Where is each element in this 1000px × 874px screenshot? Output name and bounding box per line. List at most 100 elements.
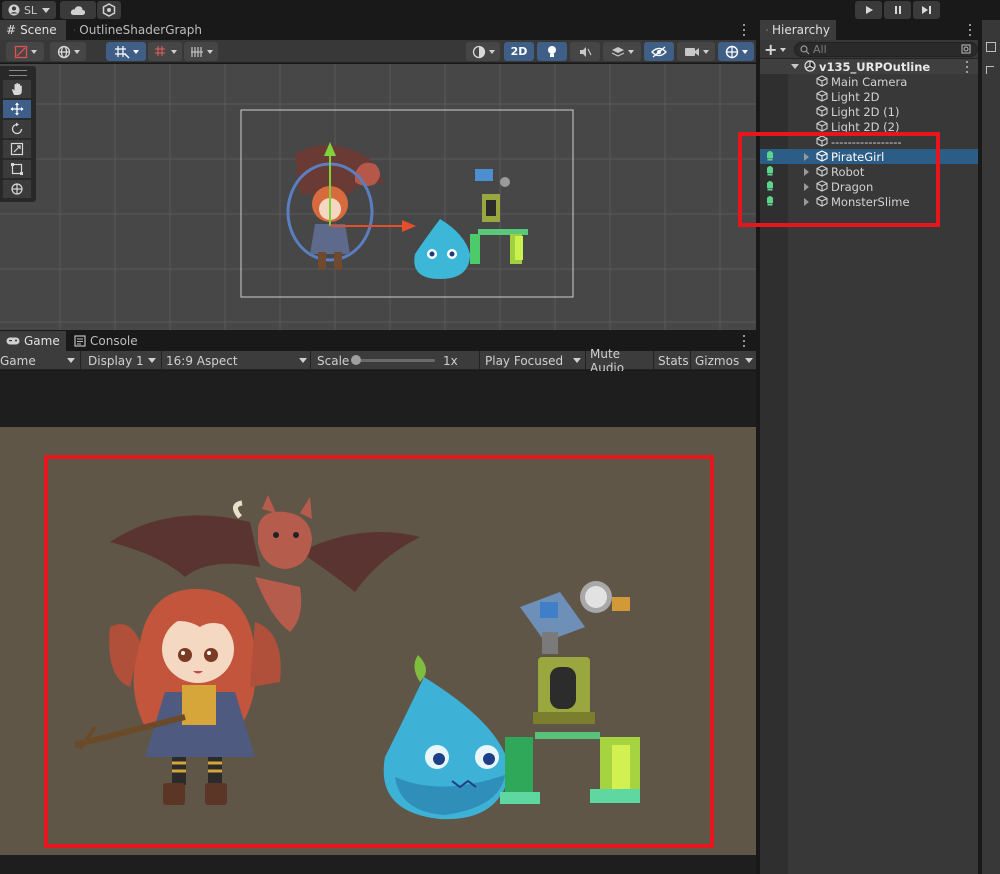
gizmos-label: Gizmos <box>695 353 740 368</box>
tab-outline-shader-graph[interactable]: OutlineShaderGraph <box>68 20 208 40</box>
hierarchy-item[interactable]: Main Camera <box>760 74 978 89</box>
tab-console[interactable]: Console <box>68 331 148 351</box>
draw-mode-icon <box>14 45 27 58</box>
scale-tool[interactable] <box>3 140 31 158</box>
account-dropdown[interactable]: SL <box>2 1 56 19</box>
move-tool[interactable] <box>3 100 31 118</box>
tab-game[interactable]: Game <box>0 331 66 351</box>
chevron-down-icon <box>745 358 753 363</box>
game-view-label: Game <box>0 353 36 368</box>
game-panel-menu-icon[interactable] <box>739 334 749 348</box>
hierarchy-scene-row[interactable]: v135_URPOutline <box>760 59 978 74</box>
main-toolbar: SL <box>0 0 1000 20</box>
play-button[interactable] <box>855 1 882 19</box>
grid-snap-icon <box>114 45 130 59</box>
hierarchy-item-label: Light 2D (1) <box>831 104 900 119</box>
scale-slider-handle[interactable] <box>351 355 361 365</box>
search-by-type-icon[interactable] <box>961 44 972 55</box>
scene-grid <box>0 64 756 330</box>
unity-scene-icon <box>804 60 816 72</box>
scene-panel-menu-icon[interactable] <box>739 23 749 37</box>
scene-camera-dropdown[interactable] <box>677 42 715 61</box>
shading-sphere-icon <box>472 45 485 58</box>
lightbulb-icon <box>548 45 556 57</box>
chevron-down-icon <box>573 358 581 363</box>
stats-label: Stats <box>658 353 689 368</box>
rotate-icon <box>11 122 23 135</box>
chevron-down-icon <box>791 64 799 69</box>
account-label: SL <box>23 3 38 17</box>
cloud-button[interactable] <box>60 1 96 19</box>
chevron-down-icon <box>67 358 75 363</box>
scene-name: v135_URPOutline <box>819 59 931 74</box>
grid-visibility-dropdown[interactable] <box>184 42 218 61</box>
stats-button[interactable]: Stats <box>654 351 690 370</box>
hierarchy-item[interactable]: Light 2D <box>760 89 978 104</box>
rotate-tool[interactable] <box>3 120 31 138</box>
tab-scene[interactable]: # Scene <box>0 20 66 40</box>
inspector-panel-edge <box>980 20 1000 874</box>
create-dropdown[interactable]: + <box>764 41 792 58</box>
gameobject-cube-icon <box>816 75 828 87</box>
grid-snapping-button[interactable] <box>106 42 146 61</box>
audio-toggle[interactable] <box>570 42 600 61</box>
move-arrows-icon <box>10 102 24 116</box>
plus-icon: + <box>764 39 778 59</box>
collab-button[interactable] <box>97 1 121 19</box>
tab-console-label: Console <box>90 334 138 348</box>
account-icon <box>8 4 20 16</box>
view-tool[interactable] <box>3 80 31 98</box>
chevron-down-icon <box>42 7 51 13</box>
gizmos-toggle-button[interactable]: Gizmos <box>691 351 756 370</box>
list-icon <box>766 29 768 31</box>
chevron-down-icon <box>627 49 634 54</box>
effects-dropdown[interactable] <box>603 42 641 61</box>
chevron-down-icon <box>780 47 787 52</box>
scene-viewport[interactable] <box>0 64 756 330</box>
camera-icon <box>684 47 699 56</box>
inspector-fold-icon[interactable] <box>986 66 994 74</box>
tab-hierarchy[interactable]: Hierarchy <box>760 20 836 40</box>
play-mode-dropdown[interactable]: Play Focused <box>480 351 585 370</box>
draw-mode-dropdown[interactable] <box>6 42 44 61</box>
gizmos-dropdown[interactable] <box>718 42 754 61</box>
console-icon <box>74 335 86 347</box>
display-dropdown[interactable]: Display 1 <box>81 351 161 370</box>
chevron-down-icon <box>299 358 307 363</box>
lighting-toggle[interactable] <box>537 42 567 61</box>
scene-row-menu-icon[interactable] <box>962 60 972 74</box>
chevron-down-icon <box>488 49 495 54</box>
hierarchy-item[interactable]: Light 2D (1) <box>760 104 978 119</box>
mode-2d-toggle[interactable]: 2D <box>504 42 534 61</box>
rect-transform-icon <box>11 163 23 175</box>
rect-tool[interactable] <box>3 160 31 178</box>
global-local-dropdown[interactable] <box>50 42 86 61</box>
increment-snap-dropdown[interactable] <box>148 42 182 61</box>
palette-grip[interactable] <box>9 70 27 76</box>
eye-hidden-icon <box>651 46 667 57</box>
aspect-dropdown[interactable]: 16:9 Aspect <box>162 351 310 370</box>
scene-pirate-girl-sprite <box>286 145 385 270</box>
inspector-tab-icon[interactable] <box>986 42 996 52</box>
transform-tool[interactable] <box>3 180 31 198</box>
chevron-down-icon <box>170 49 177 54</box>
grid-icon: # <box>6 23 17 37</box>
scene-tabstrip: # Scene OutlineShaderGraph <box>0 20 756 40</box>
collab-icon <box>102 3 116 17</box>
mute-audio-button[interactable]: Mute Audio <box>586 347 652 375</box>
game-view-dropdown[interactable]: Game <box>0 351 80 370</box>
scale-slider-track[interactable] <box>355 359 435 362</box>
play-mode-label: Play Focused <box>485 353 564 368</box>
display-label: Display 1 <box>88 353 144 368</box>
shading-mode-dropdown[interactable] <box>466 42 500 61</box>
scene-visibility-toggle[interactable] <box>644 42 674 61</box>
hierarchy-search-input[interactable] <box>813 43 953 56</box>
pause-button[interactable] <box>884 1 911 19</box>
hierarchy-item-label: Light 2D <box>831 89 880 104</box>
gameobject-cube-icon <box>816 105 828 117</box>
step-button[interactable] <box>913 1 940 19</box>
hierarchy-menu-icon[interactable] <box>965 23 975 37</box>
hierarchy-item-label: Main Camera <box>831 74 908 89</box>
scale-icon <box>10 142 24 156</box>
cloud-icon <box>70 5 86 15</box>
